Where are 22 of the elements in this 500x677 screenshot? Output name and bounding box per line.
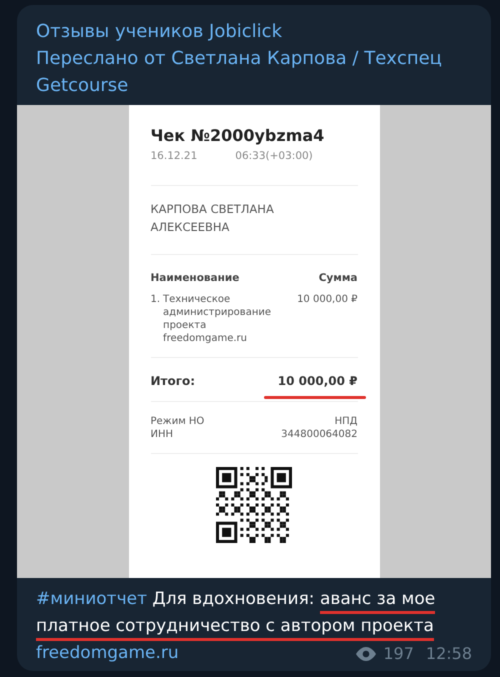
item-name: Техническое администрирование проекта freedomgame.ru <box>163 292 272 344</box>
message-time: 12:58 <box>426 643 472 665</box>
column-header: Наименование <box>150 270 240 286</box>
receipt-time: 06:33(+03:00) <box>235 149 313 164</box>
total-amount: 10 000,00 ₽ <box>278 372 358 390</box>
detail-label: Режим НО <box>150 414 204 428</box>
detail-label: ИНН <box>150 428 174 440</box>
detail-value: 344800064082 <box>281 428 358 440</box>
hashtag-link[interactable]: #миниотчет <box>36 589 147 609</box>
receipt-title: Чек №2000ybzma4 <box>150 125 326 147</box>
detail-value: НПД <box>334 414 358 428</box>
receipt-date: 16.12.21 <box>150 149 198 164</box>
view-count: 197 <box>383 643 414 665</box>
forwarded-from[interactable]: Переслано от Светлана Карпова / Техспец Getcourse <box>36 45 472 99</box>
website-link[interactable]: freedomgame.ru <box>36 640 179 667</box>
item-number: 1. <box>150 292 160 306</box>
total-label: Итого: <box>150 372 196 390</box>
channel-name[interactable]: Отзывы учеников Jobiclick <box>36 18 472 45</box>
column-header: Сумма <box>318 270 358 286</box>
buyer-name: КАРПОВА СВЕТЛАНА АЛЕКСЕЕВНА <box>150 200 275 236</box>
eye-icon <box>355 646 378 660</box>
item-sum: 10 000,00 ₽ <box>297 292 358 306</box>
